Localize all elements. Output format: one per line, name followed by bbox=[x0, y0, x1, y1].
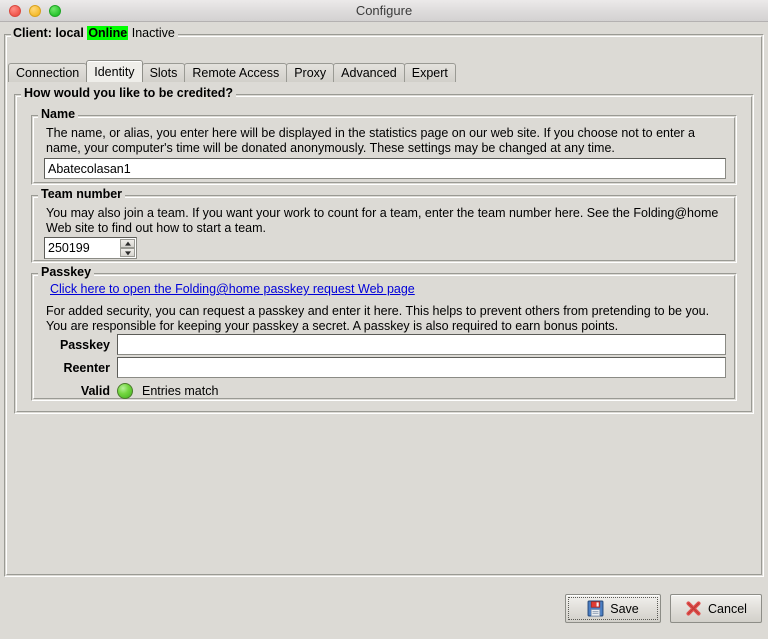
window-controls bbox=[0, 4, 61, 17]
passkey-request-link[interactable]: Click here to open the Folding@home pass… bbox=[50, 282, 415, 296]
valid-led-icon bbox=[117, 382, 133, 399]
tab-slots[interactable]: Slots bbox=[141, 63, 186, 82]
triangle-down-icon[interactable] bbox=[120, 248, 135, 257]
dialog-footer: Save Cancel bbox=[0, 581, 768, 639]
client-status-legend: Client: local Online Inactive bbox=[11, 26, 178, 40]
window-titlebar: Configure bbox=[0, 0, 768, 22]
passkey-label: Passkey bbox=[59, 337, 110, 352]
reenter-label: Reenter bbox=[63, 360, 110, 375]
save-button-label: Save bbox=[610, 601, 639, 616]
cancel-button[interactable]: Cancel bbox=[670, 594, 762, 623]
name-description: The name, or alias, you enter here will … bbox=[46, 126, 695, 155]
stepper-buttons bbox=[120, 239, 135, 257]
tab-connection[interactable]: Connection bbox=[8, 63, 88, 82]
floppy-disk-icon bbox=[587, 600, 604, 617]
reenter-passkey-input[interactable] bbox=[117, 357, 726, 378]
passkey-panel-legend: Passkey bbox=[38, 266, 95, 279]
cancel-button-label: Cancel bbox=[708, 601, 747, 616]
credited-panel-legend: How would you like to be credited? bbox=[21, 87, 237, 100]
team-number-stepper[interactable] bbox=[44, 237, 137, 259]
minimize-button[interactable] bbox=[29, 4, 41, 17]
name-panel: Name The name, or alias, you enter here … bbox=[31, 108, 737, 185]
tab-proxy[interactable]: Proxy bbox=[286, 63, 335, 82]
valid-status-row: Valid Entries match bbox=[42, 380, 726, 401]
tab-identity[interactable]: Identity bbox=[86, 60, 143, 82]
passkey-description: For added security, you can request a pa… bbox=[46, 304, 710, 333]
tab-expert[interactable]: Expert bbox=[403, 63, 456, 82]
maximize-button[interactable] bbox=[49, 4, 61, 17]
name-panel-legend: Name bbox=[38, 108, 79, 121]
team-panel-legend: Team number bbox=[38, 188, 126, 201]
reenter-field-row: Reenter bbox=[42, 357, 726, 378]
client-prefix-label: Client: local bbox=[13, 26, 84, 40]
triangle-up-icon[interactable] bbox=[120, 239, 135, 248]
valid-status-text: Entries match bbox=[142, 383, 219, 398]
passkey-panel: Passkey Click here to open the Folding@h… bbox=[31, 266, 737, 401]
tab-bar: Connection Identity Slots Remote Access … bbox=[8, 60, 456, 82]
save-button[interactable]: Save bbox=[565, 594, 661, 623]
credited-panel: How would you like to be credited? Name … bbox=[14, 87, 754, 414]
close-button[interactable] bbox=[9, 4, 21, 17]
tab-remote-access[interactable]: Remote Access bbox=[184, 63, 288, 82]
dialog-content: Client: local Online Inactive Connection… bbox=[0, 22, 768, 639]
red-x-icon bbox=[686, 601, 701, 616]
name-input[interactable] bbox=[44, 158, 726, 179]
tab-advanced[interactable]: Advanced bbox=[333, 63, 405, 82]
window-title: Configure bbox=[355, 3, 413, 18]
status-badge: Online bbox=[87, 26, 129, 40]
client-activity-label: Inactive bbox=[131, 26, 175, 40]
team-description: You may also join a team. If you want yo… bbox=[46, 206, 719, 235]
valid-label: Valid bbox=[80, 383, 110, 398]
passkey-field-row: Passkey bbox=[42, 334, 726, 355]
team-number-panel: Team number You may also join a team. If… bbox=[31, 188, 737, 263]
passkey-input[interactable] bbox=[117, 334, 726, 355]
